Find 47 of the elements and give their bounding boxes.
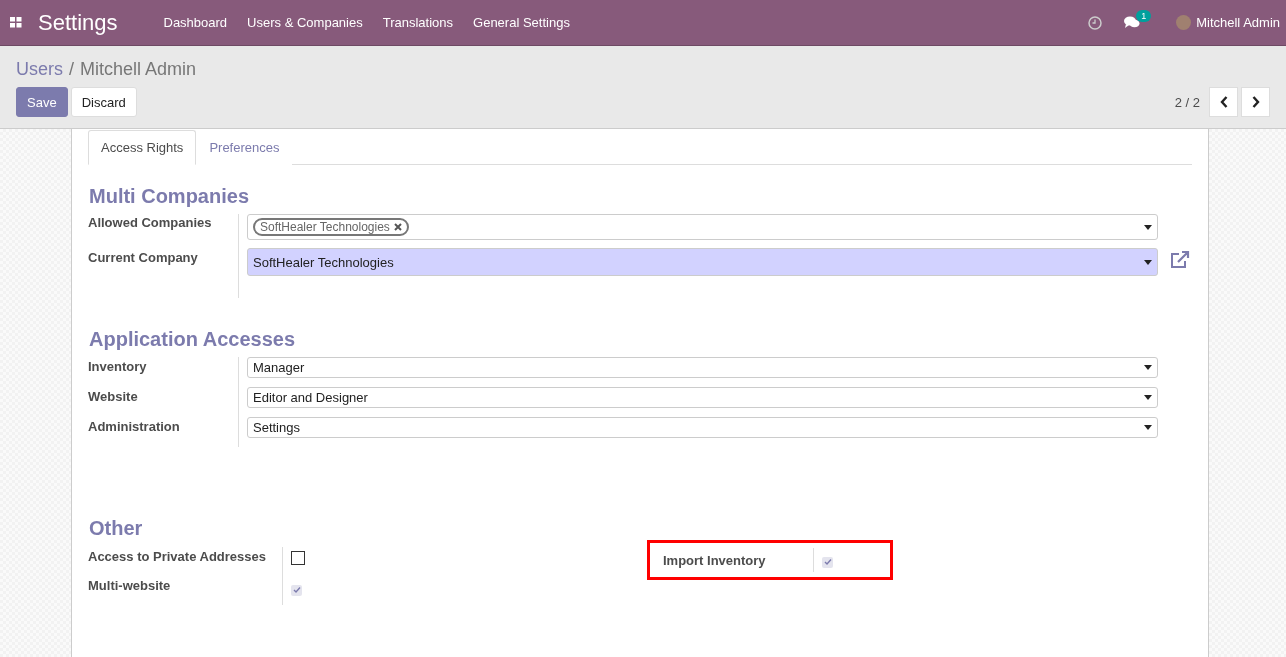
avatar [1176,15,1192,30]
section-title: Multi Companies [89,185,250,208]
menu-item[interactable]: Translations [372,15,464,30]
company-tag: SoftHealer Technologies [253,218,409,236]
next-button[interactable] [1241,87,1270,117]
field-label: Administration [88,418,181,436]
chevron-right-icon [1251,96,1260,108]
pager-value: 2 / 2 [1174,94,1200,110]
menu-item[interactable]: Dashboard [153,15,238,30]
select-field[interactable]: Settings [247,417,1158,438]
caret-icon [1144,425,1152,430]
breadcrumb-current: Mitchell Admin [80,59,197,80]
field-label: Import Inventory [663,552,767,570]
message-count-badge: 1 [1136,10,1152,22]
external-link-icon[interactable] [1170,251,1190,269]
tab[interactable]: Access Rights [88,130,197,165]
field-label: Inventory [88,358,148,376]
remove-icon[interactable] [393,223,402,231]
previous-button[interactable] [1209,87,1238,117]
menu-item[interactable]: General Settings [463,15,580,30]
breadcrumb-separator: / [69,59,75,80]
select-field[interactable]: Editor and Designer [247,387,1158,408]
section-title: Application Accesses [89,328,296,351]
user-menu[interactable]: Mitchell Admin [1176,15,1280,30]
caret-icon [1144,395,1152,400]
checkbox[interactable] [291,551,305,565]
chat-icon[interactable] [1124,16,1141,29]
save-button[interactable]: Save [16,87,68,117]
select-field[interactable]: SoftHealer Technologies [247,248,1158,276]
caret-icon [1144,365,1152,370]
discard-button[interactable]: Discard [70,87,137,117]
clock-icon[interactable] [1088,15,1103,30]
field-label: Multi-website [88,577,172,595]
apps-grid-icon[interactable] [10,17,22,28]
breadcrumb-link[interactable]: Users [16,59,63,80]
field-label: Website [88,388,139,406]
field-label: Allowed Companies [88,214,213,232]
caret-icon [1144,259,1152,265]
caret-icon [1144,224,1152,230]
field-label: Current Company [88,249,199,267]
chevron-left-icon [1219,96,1228,108]
section-title: Other [89,517,144,540]
tags-input-field[interactable]: SoftHealer Technologies [247,214,1158,240]
app-title: Settings [38,9,118,36]
menu-item[interactable]: Users & Companies [237,15,373,30]
select-field[interactable]: Manager [247,357,1158,378]
field-label: Access to Private Addresses [88,548,267,566]
